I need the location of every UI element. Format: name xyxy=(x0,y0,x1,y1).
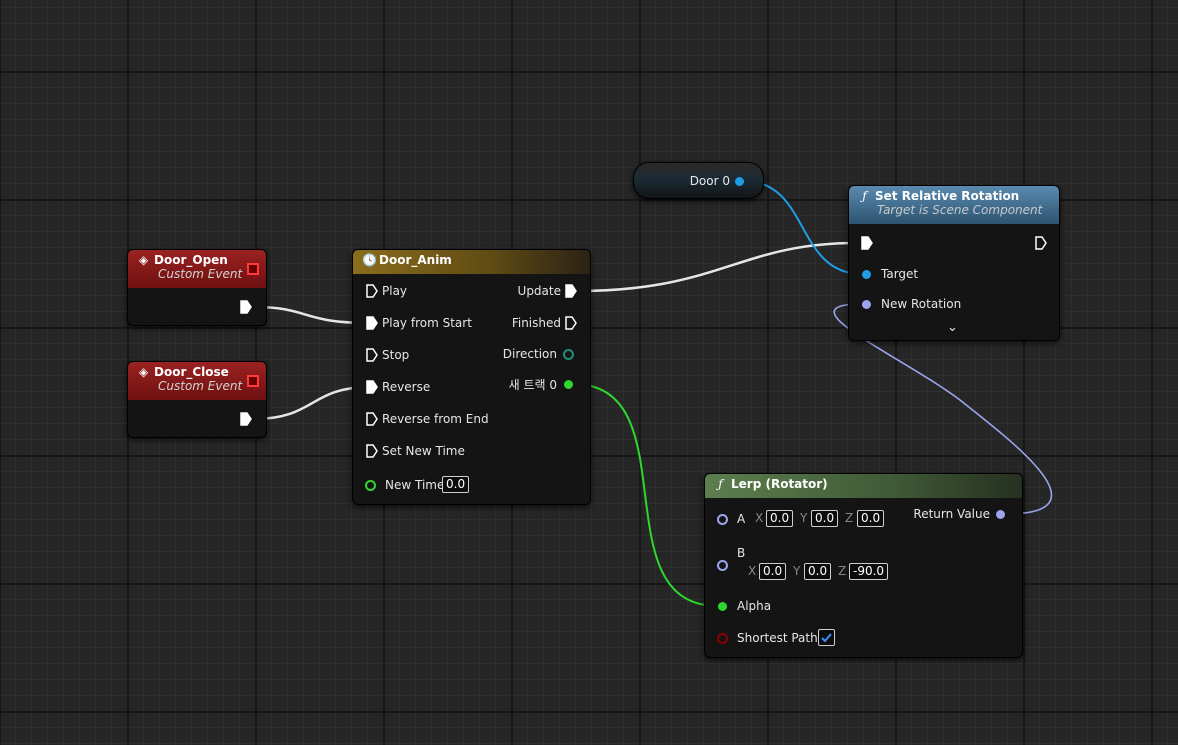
b-label: B xyxy=(737,546,746,560)
event-subtitle: Custom Event xyxy=(158,379,243,393)
a-z-axis-label: Z xyxy=(845,511,854,525)
event-subtitle: Custom Event xyxy=(158,267,243,281)
return-value-rotator-out-pin[interactable] xyxy=(996,510,1005,519)
event-node-door-open[interactable]: ◈ Door_Open Custom Event xyxy=(127,249,267,326)
a-y-input[interactable]: 0.0 xyxy=(811,510,839,527)
function-icon: ƒ xyxy=(862,189,867,203)
a-x-input[interactable]: 0.0 xyxy=(766,510,794,527)
delegate-pin-icon[interactable] xyxy=(247,375,259,387)
exec-wire-update-to-setrotation xyxy=(576,241,857,293)
object-out-pin[interactable] xyxy=(735,177,744,186)
timeline-header: 🕓 Door_Anim xyxy=(353,250,590,274)
variable-label: Door 0 xyxy=(689,174,730,188)
target-label: Target xyxy=(881,267,919,281)
new-rotation-in-pin[interactable] xyxy=(862,300,871,309)
return-value-label: Return Value xyxy=(913,507,990,521)
function-title: Set Relative Rotation xyxy=(875,189,1020,203)
play-label: Play xyxy=(382,284,408,298)
b-z-axis-label: Z xyxy=(838,564,847,578)
variable-node-door0[interactable]: Door 0 xyxy=(633,162,764,199)
blueprint-graph-canvas[interactable]: ◈ Door_Open Custom Event ◈ Door_Close Cust… xyxy=(0,0,1178,745)
a-rotator-in-pin[interactable] xyxy=(717,514,728,525)
reverse-from-end-label: Reverse from End xyxy=(382,412,489,426)
play-from-start-label: Play from Start xyxy=(382,316,472,330)
function-icon: ƒ xyxy=(718,477,723,491)
timeline-title: Door_Anim xyxy=(379,253,452,267)
shortest-path-label: Shortest Path xyxy=(737,631,818,645)
float-in-pin[interactable] xyxy=(365,480,376,491)
stop-exec-in-pin[interactable] xyxy=(366,348,378,362)
reverse-exec-in-pin[interactable] xyxy=(366,380,378,394)
alpha-label: Alpha xyxy=(737,599,772,613)
alpha-float-in-pin[interactable] xyxy=(718,602,727,611)
play-exec-in-pin[interactable] xyxy=(366,284,378,298)
exec-out-pin[interactable] xyxy=(240,300,252,314)
a-z-input[interactable]: 0.0 xyxy=(857,510,885,527)
shortest-path-checkbox[interactable] xyxy=(818,629,835,646)
finished-label: Finished xyxy=(511,316,561,330)
b-y-axis-label: Y xyxy=(793,564,801,578)
float-wire-track-to-alpha xyxy=(572,383,719,607)
target-in-pin[interactable] xyxy=(862,270,871,279)
set-new-time-label: Set New Time xyxy=(382,444,465,458)
event-header: ◈ Door_Close Custom Event xyxy=(128,362,266,400)
event-diamond-icon: ◈ xyxy=(138,253,149,267)
b-x-axis-label: X xyxy=(748,564,757,578)
event-node-door-close[interactable]: ◈ Door_Close Custom Event xyxy=(127,361,267,438)
track-label: 새 트랙 0 xyxy=(508,378,557,392)
shortest-path-bool-in-pin[interactable] xyxy=(717,633,728,644)
function-subtitle: Target is Scene Component xyxy=(877,203,1043,217)
new-time-input[interactable]: 0.0 xyxy=(442,476,470,493)
event-diamond-icon: ◈ xyxy=(138,365,149,379)
a-x-axis-label: X xyxy=(755,511,764,525)
direction-label: Direction xyxy=(502,347,557,361)
set-new-time-exec-in-pin[interactable] xyxy=(366,444,378,458)
b-y-input[interactable]: 0.0 xyxy=(804,563,832,580)
function-header: ƒ Lerp (Rotator) xyxy=(705,474,1022,498)
track-float-out-pin[interactable] xyxy=(564,380,573,389)
event-title: Door_Open xyxy=(154,253,228,267)
clock-icon: 🕓 xyxy=(362,253,377,267)
checkmark-icon xyxy=(821,633,832,643)
exec-out-pin[interactable] xyxy=(1035,236,1047,250)
stop-label: Stop xyxy=(382,348,410,362)
reverse-label: Reverse xyxy=(382,380,431,394)
function-title: Lerp (Rotator) xyxy=(731,477,828,491)
play-from-start-exec-in-pin[interactable] xyxy=(366,316,378,330)
direction-out-pin[interactable] xyxy=(563,349,574,360)
exec-out-pin[interactable] xyxy=(240,412,252,426)
b-rotator-in-pin[interactable] xyxy=(717,560,728,571)
update-exec-out-pin[interactable] xyxy=(565,284,577,298)
timeline-node-door-anim[interactable]: 🕓 Door_Anim Play Play from Start Stop Revers… xyxy=(352,249,591,505)
b-z-input[interactable]: -90.0 xyxy=(849,563,889,580)
event-title: Door_Close xyxy=(154,365,229,379)
function-node-set-relative-rotation[interactable]: ƒ Set Relative Rotation Target is Scene C… xyxy=(848,185,1060,341)
exec-in-pin[interactable] xyxy=(861,236,873,250)
new-rotation-label: New Rotation xyxy=(881,297,962,311)
chevron-down-icon[interactable]: ⌄ xyxy=(947,320,958,336)
delegate-pin-icon[interactable] xyxy=(247,263,259,275)
update-label: Update xyxy=(517,284,561,298)
event-header: ◈ Door_Open Custom Event xyxy=(128,250,266,288)
a-label: A xyxy=(737,512,746,526)
function-header: ƒ Set Relative Rotation Target is Scene C… xyxy=(849,186,1059,224)
function-node-lerp-rotator[interactable]: ƒ Lerp (Rotator) A X 0.0 Y 0.0 Z 0.0 B X … xyxy=(704,473,1023,658)
object-wire-door-to-target xyxy=(743,180,863,275)
b-x-input[interactable]: 0.0 xyxy=(759,563,787,580)
finished-exec-out-pin[interactable] xyxy=(565,316,577,330)
new-time-label: New Time xyxy=(385,478,445,492)
a-y-axis-label: Y xyxy=(800,511,808,525)
reverse-from-end-exec-in-pin[interactable] xyxy=(366,412,378,426)
